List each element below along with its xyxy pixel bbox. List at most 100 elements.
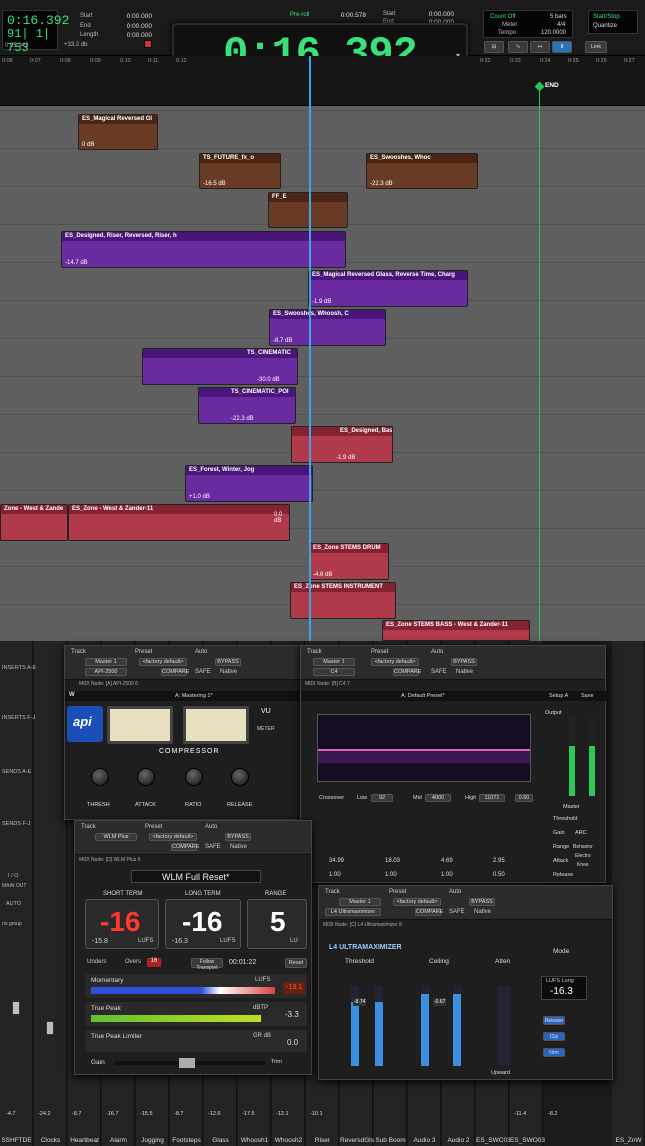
length-value[interactable]: 0:00.000: [118, 32, 152, 39]
clip[interactable]: ES_Swooshes, Whoosh, C -8.7 dB: [269, 309, 386, 346]
setup-button[interactable]: Setup A: [549, 693, 568, 699]
pr-start-value[interactable]: 0:00.000: [420, 11, 454, 18]
preroll-label[interactable]: Pre-roll: [290, 12, 309, 18]
clip[interactable]: ES_Forest, Winter, Jog +1.0 dB: [185, 465, 313, 502]
gain-value[interactable]: 0.60: [515, 794, 533, 802]
follow-transport-button[interactable]: Follow Transport: [191, 958, 223, 971]
native-label[interactable]: Native: [474, 909, 491, 915]
preset-name[interactable]: A: Default Preset*: [401, 693, 445, 699]
release-button[interactable]: Release: [543, 1016, 565, 1025]
clip[interactable]: ES_Designed, Riser, Reversed, Riser, h -1…: [61, 231, 346, 268]
plugin-select[interactable]: API-2500: [85, 668, 127, 676]
clip[interactable]: ES_Swooshes, Whoc -22.3 dB: [366, 153, 478, 189]
edit-window[interactable]: ES_Magical Reversed Gl 0 dB TS_FUTURE_fx_…: [0, 106, 645, 641]
channel-strip[interactable]: Clocks: [34, 641, 67, 1146]
preset-select[interactable]: <factory default>: [139, 658, 187, 666]
meter-value[interactable]: 4/4: [557, 22, 565, 28]
compare-button[interactable]: COMPARE: [393, 668, 421, 676]
tempo-value[interactable]: 120.0000: [541, 30, 566, 36]
clip[interactable]: ES_Zone STEMS DRUM -4.6 dB: [309, 543, 389, 580]
ratio-knob[interactable]: [185, 768, 203, 786]
trim-label[interactable]: Trim: [271, 1059, 282, 1065]
track-select[interactable]: Master 1: [339, 898, 381, 906]
clip[interactable]: ES_Magical Reversed Glass, Reverse Time,…: [308, 270, 468, 307]
safe-label[interactable]: SAFE: [449, 909, 465, 915]
native-label[interactable]: Native: [220, 669, 237, 675]
compare-button[interactable]: COMPARE: [415, 908, 443, 916]
ceiling-value[interactable]: -0.67: [433, 998, 447, 1006]
safe-label[interactable]: SAFE: [205, 844, 221, 850]
clip[interactable]: ES_Zone STEMS INSTRUMENT: [290, 582, 396, 619]
clip[interactable]: TS_CINEMATIC -30.0 dB: [142, 348, 298, 385]
clip[interactable]: ES_Designed, Bass -1.9 dB: [291, 426, 393, 463]
l4-plugin-window[interactable]: Track Preset Auto Master 1 <factory defa…: [318, 885, 613, 1080]
threshold-value[interactable]: -8.74: [353, 998, 367, 1006]
channel-strip[interactable]: ES_ZnW: [612, 641, 645, 1146]
thresh-knob[interactable]: [91, 768, 109, 786]
mid-value[interactable]: 4000: [425, 794, 451, 802]
clip-button[interactable]: Clip: [543, 1032, 565, 1041]
high-value[interactable]: 11071: [479, 794, 505, 802]
main-out-label[interactable]: MAIN OUT: [2, 883, 26, 889]
quantize-label[interactable]: Quantize: [593, 23, 617, 29]
end-value[interactable]: 0:00.000: [118, 23, 152, 30]
record-indicator[interactable]: [144, 40, 152, 48]
main-counter-panel[interactable]: 0:16.392 91| 1| 753 0:05.943: [2, 10, 69, 55]
wave-icon[interactable]: ∿: [508, 41, 528, 53]
low-value[interactable]: 92: [371, 794, 393, 802]
start-stop-label[interactable]: Start/Stop: [593, 14, 620, 20]
gain-slider[interactable]: [115, 1058, 265, 1068]
playhead-cursor[interactable]: [309, 56, 311, 641]
track-select[interactable]: Master 1: [313, 658, 355, 666]
bypass-button[interactable]: BYPASS: [225, 833, 251, 841]
electro-label[interactable]: Electro: [575, 853, 591, 859]
compare-button[interactable]: COMPARE: [161, 668, 189, 676]
volume-fader[interactable]: [12, 1001, 20, 1015]
start-value[interactable]: 0:00.000: [118, 13, 152, 20]
clip[interactable]: TS_FUTURE_fx_o -16.5 dB: [199, 153, 281, 189]
volume-fader[interactable]: [46, 1021, 54, 1035]
clip[interactable]: ES_Zone - West & Zander-11 0.0 dB: [68, 504, 290, 541]
safe-label[interactable]: SAFE: [431, 669, 447, 675]
native-label[interactable]: Native: [230, 844, 247, 850]
reset-button[interactable]: Reset: [285, 958, 307, 968]
track-select[interactable]: Master 1: [85, 658, 127, 666]
wlm-plugin-window[interactable]: Track Preset Auto WLM Plus <factory defa…: [74, 820, 312, 1075]
count-off[interactable]: Count Off: [490, 14, 516, 20]
attack-knob[interactable]: [137, 768, 155, 786]
preroll-value[interactable]: 0:00.578: [330, 12, 366, 19]
link-button[interactable]: Link: [585, 41, 607, 53]
wlm-preset-bar[interactable]: WLM Full Reset*: [131, 870, 261, 883]
eq-display[interactable]: [317, 714, 531, 782]
compare-button[interactable]: COMPARE: [171, 843, 199, 851]
clip[interactable]: ES_Zone STEMS BASS - West & Zander-11: [382, 620, 530, 641]
grid-icon[interactable]: ⬇: [552, 41, 572, 53]
safe-label[interactable]: SAFE: [195, 669, 211, 675]
c4-plugin-window[interactable]: Track Preset Auto Master 1 <factory defa…: [300, 645, 607, 883]
preset-select[interactable]: <factory default>: [393, 898, 441, 906]
native-label[interactable]: Native: [456, 669, 473, 675]
clip[interactable]: ES_Magical Reversed Gl 0 dB: [78, 114, 158, 150]
loop-icon[interactable]: ⊟: [484, 41, 504, 53]
auto-label[interactable]: AUTO: [6, 901, 21, 907]
bars-value[interactable]: 5 bars: [550, 14, 567, 20]
preset-select[interactable]: <factory default>: [149, 833, 197, 841]
bypass-button[interactable]: BYPASS: [215, 658, 241, 666]
preset-name[interactable]: A: Mastering 1*: [175, 693, 213, 699]
track-select[interactable]: WLM Plus: [95, 833, 137, 841]
release-knob[interactable]: [231, 768, 249, 786]
start-stop-panel[interactable]: Start/Stop Quantize: [588, 10, 638, 34]
nrm-button[interactable]: Nrm: [543, 1048, 565, 1057]
preset-select[interactable]: <factory default>: [371, 658, 419, 666]
timeline-ruler[interactable]: 0:06 0:07 0:08 0:09 0:10 0:11 0:12 0:22 …: [0, 56, 645, 106]
group-label[interactable]: no group: [2, 921, 22, 927]
clip[interactable]: TS_CINEMATIC_POI -22.3 dB: [198, 387, 296, 424]
clip[interactable]: FF_E: [268, 192, 348, 228]
save-button[interactable]: Save: [581, 693, 594, 699]
plugin-select[interactable]: L4 Ultramaximizer: [325, 908, 381, 916]
clip[interactable]: Zone - West & Zande: [0, 504, 68, 541]
slip-icon[interactable]: ↦: [530, 41, 550, 53]
arc-label[interactable]: ARC: [575, 830, 587, 836]
plugin-select[interactable]: C4: [313, 668, 355, 676]
bypass-button[interactable]: BYPASS: [451, 658, 477, 666]
